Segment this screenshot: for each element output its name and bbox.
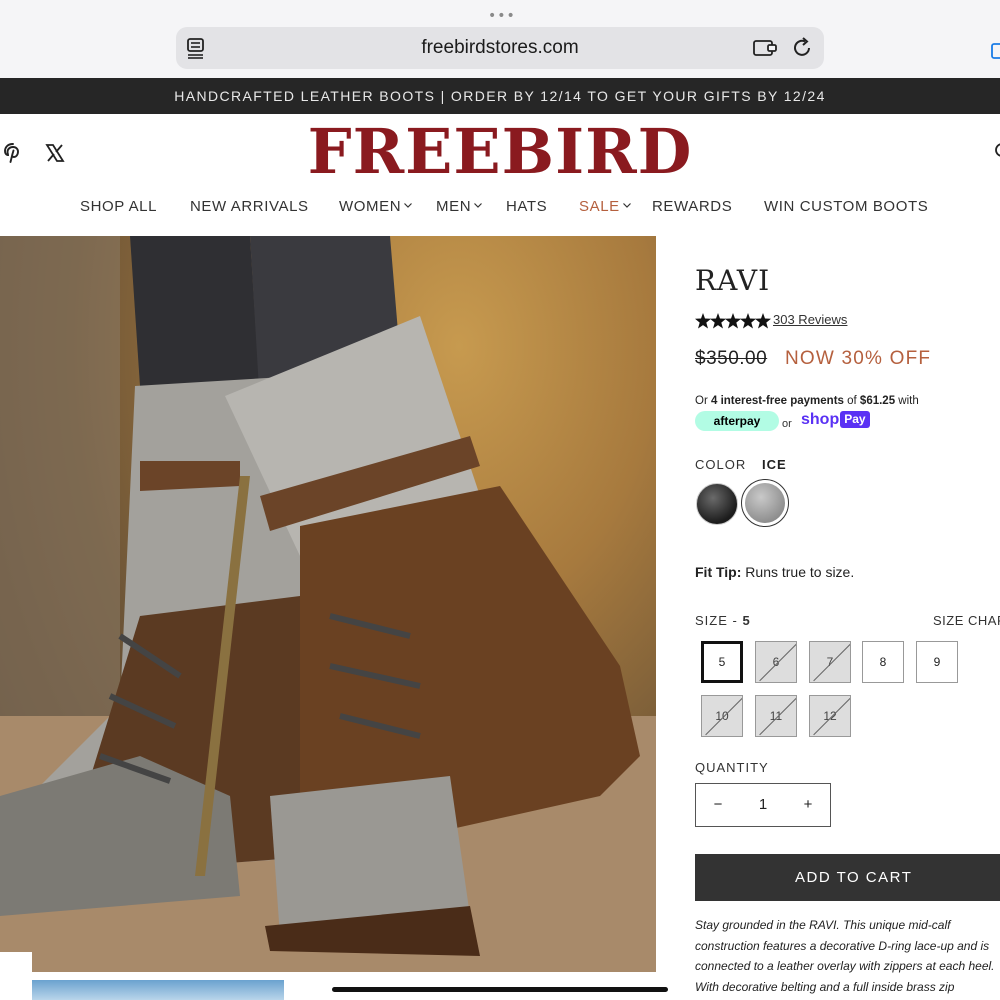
- nav-sale[interactable]: SALE: [579, 198, 631, 215]
- extensions-icon[interactable]: [752, 36, 780, 60]
- product-image[interactable]: [0, 236, 656, 972]
- multitask-dots[interactable]: •••: [488, 8, 516, 24]
- browser-chrome: ••• freebirdstores.com: [0, 0, 1000, 78]
- nav-new-arrivals[interactable]: NEW ARRIVALS: [190, 198, 309, 215]
- size-option-8[interactable]: 8: [862, 641, 904, 683]
- size-option-7[interactable]: 7: [809, 641, 851, 683]
- fit-tip: Fit Tip: Runs true to size.: [695, 564, 854, 580]
- size-label-text: SIZE -: [695, 613, 743, 628]
- size-option-12[interactable]: 12: [809, 695, 851, 737]
- reload-icon[interactable]: [792, 36, 814, 60]
- product-info: RAVI 303 Reviews $350.00 NOW 30% OFF Or …: [695, 236, 1000, 1000]
- chevron-down-icon: [404, 203, 413, 208]
- afterpay-amount: $61.25: [859, 395, 896, 407]
- afterpay-suffix: with: [895, 395, 919, 407]
- chevron-down-icon: [474, 203, 483, 208]
- boots-illustration: [0, 236, 656, 972]
- color-value: ICE: [762, 457, 787, 472]
- quantity-decrement-button[interactable]: −: [696, 784, 740, 826]
- quantity-increment-button[interactable]: +: [786, 784, 830, 826]
- afterpay-payments: 4 interest-free payments: [710, 395, 844, 407]
- size-option-11[interactable]: 11: [755, 695, 797, 737]
- afterpay-text: Or 4 interest-free payments of $61.25 wi…: [695, 395, 919, 407]
- nav-shop-all[interactable]: SHOP ALL: [80, 198, 157, 215]
- nav-hats[interactable]: HATS: [506, 198, 547, 215]
- brand-logo[interactable]: FREEBIRD: [0, 114, 1000, 190]
- size-selected-value: 5: [742, 613, 751, 628]
- quantity-stepper: − 1 +: [695, 783, 831, 827]
- nav-women-label: WOMEN: [339, 198, 402, 215]
- shop-pay-pay: Pay: [840, 411, 870, 428]
- size-option-6[interactable]: 6: [755, 641, 797, 683]
- size-label: SIZE - 5: [695, 613, 751, 628]
- quantity-label: QUANTITY: [695, 760, 769, 775]
- home-indicator: [332, 987, 668, 992]
- color-label: COLOR: [695, 457, 747, 472]
- nav-men[interactable]: MEN: [436, 198, 483, 215]
- product-thumbnail[interactable]: [32, 980, 284, 1000]
- thumbnail-spacer: [0, 952, 32, 1000]
- nav-women[interactable]: WOMEN: [339, 198, 413, 215]
- afterpay-mid: of: [843, 395, 860, 407]
- afterpay-badge[interactable]: afterpay: [695, 411, 779, 431]
- color-swatch-black[interactable]: [696, 483, 738, 525]
- fit-tip-text: Runs true to size.: [745, 564, 855, 580]
- price-original: $350.00: [695, 348, 768, 369]
- unavailable-slash: [705, 697, 742, 736]
- nav-rewards[interactable]: REWARDS: [652, 198, 732, 215]
- product-title: RAVI: [695, 264, 771, 297]
- unavailable-slash: [813, 697, 850, 736]
- share-icon[interactable]: [988, 38, 1000, 62]
- shop-pay-shop: shop: [801, 411, 840, 428]
- price-sale: NOW 30% OFF: [785, 348, 932, 369]
- afterpay-prefix: Or: [695, 395, 711, 407]
- product-description: Stay grounded in the RAVI. This unique m…: [695, 918, 995, 994]
- color-swatch-ice[interactable]: [745, 483, 785, 523]
- reader-icon[interactable]: [186, 36, 206, 60]
- reviews-link[interactable]: 303 Reviews: [773, 312, 847, 327]
- quantity-input[interactable]: 1: [740, 784, 786, 826]
- shop-pay-badge[interactable]: shop Pay: [801, 411, 870, 431]
- size-option-10[interactable]: 10: [701, 695, 743, 737]
- payment-or: or: [782, 418, 792, 430]
- chevron-down-icon: [622, 203, 631, 208]
- add-to-cart-button[interactable]: ADD TO CART: [695, 854, 1000, 901]
- rating-stars: [695, 313, 771, 329]
- nav-men-label: MEN: [436, 198, 472, 215]
- unavailable-slash: [759, 697, 796, 736]
- nav-sale-label: SALE: [579, 198, 620, 215]
- url-text[interactable]: freebirdstores.com: [176, 37, 824, 59]
- promo-banner[interactable]: HANDCRAFTED LEATHER BOOTS | ORDER BY 12/…: [0, 78, 1000, 114]
- unavailable-slash: [813, 643, 850, 682]
- fit-tip-label: Fit Tip:: [695, 564, 742, 580]
- unavailable-slash: [759, 643, 796, 682]
- size-option-9[interactable]: 9: [916, 641, 958, 683]
- size-chart-link[interactable]: SIZE CHART: [933, 613, 1000, 628]
- size-option-5[interactable]: 5: [701, 641, 743, 683]
- nav-win-custom-boots[interactable]: WIN CUSTOM BOOTS: [764, 198, 928, 215]
- address-bar[interactable]: freebirdstores.com: [176, 27, 824, 69]
